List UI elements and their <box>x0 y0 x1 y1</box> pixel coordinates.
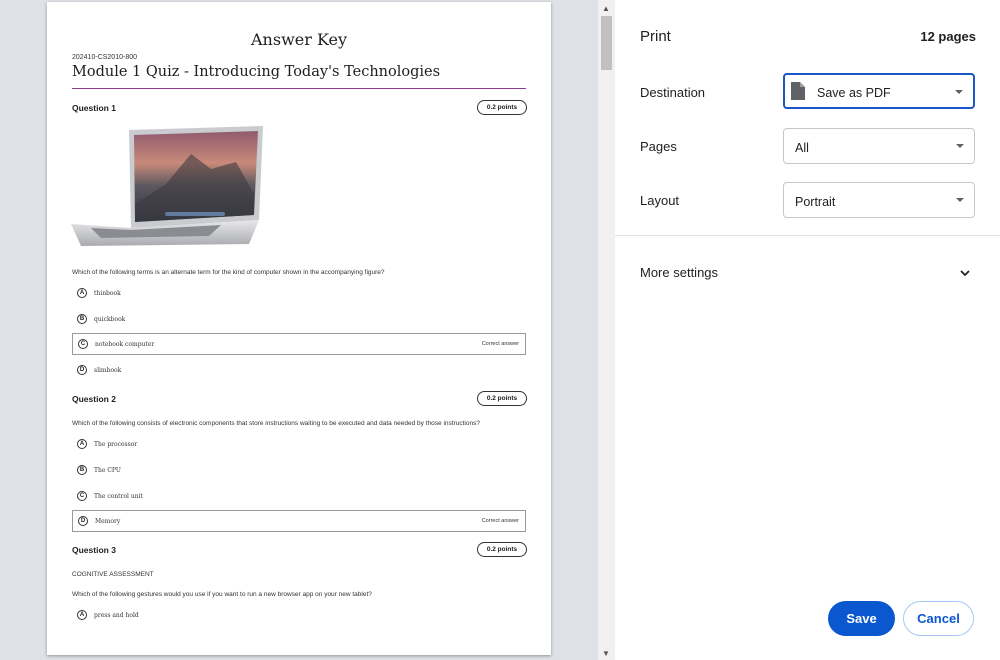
question-1-points: 0.2 points <box>477 100 527 115</box>
scroll-down-arrow-icon[interactable]: ▼ <box>602 649 610 658</box>
destination-value: Save as PDF <box>817 86 891 100</box>
option-letter: C <box>78 339 88 349</box>
option-letter: D <box>78 516 88 526</box>
pages-select[interactable]: All <box>783 128 975 164</box>
question-1-heading: Question 1 <box>72 103 116 113</box>
destination-label: Destination <box>640 85 706 100</box>
title-rule <box>72 88 526 89</box>
question-1-text: Which of the following terms is an alter… <box>72 269 385 276</box>
correct-answer-label: Correct answer <box>481 518 519 524</box>
cancel-button[interactable]: Cancel <box>903 601 974 636</box>
option-text: The control unit <box>94 492 143 500</box>
option-letter: B <box>77 314 87 324</box>
caret-down-icon <box>956 144 964 148</box>
question-2-option-c: C The control unit <box>72 485 526 507</box>
more-settings-toggle[interactable]: More settings <box>640 265 718 280</box>
print-settings-panel: Print 12 pages Destination Save as PDF P… <box>615 0 1000 660</box>
option-letter: C <box>77 491 87 501</box>
question-3-heading: Question 3 <box>72 545 116 555</box>
scrollbar-thumb[interactable] <box>601 16 612 70</box>
option-text: notebook computer <box>95 340 155 348</box>
print-preview-area: Answer Key 202410-CS2010-800 Module 1 Qu… <box>0 0 600 660</box>
option-text: The processor <box>94 440 138 448</box>
caret-down-icon <box>956 198 964 202</box>
option-text: The CPU <box>94 466 121 474</box>
laptop-figure <box>71 126 263 246</box>
option-letter: B <box>77 465 87 475</box>
question-1-option-b: B quickbook <box>72 308 526 330</box>
page-count: 12 pages <box>920 29 976 44</box>
option-letter: A <box>77 610 87 620</box>
preview-page: Answer Key 202410-CS2010-800 Module 1 Qu… <box>47 2 551 655</box>
option-text: slimbook <box>94 366 122 374</box>
pages-value: All <box>795 141 809 155</box>
question-1-option-d: D slimbook <box>72 359 526 381</box>
layout-value: Portrait <box>795 195 836 209</box>
scroll-up-arrow-icon[interactable]: ▲ <box>602 4 610 13</box>
question-2-option-d-correct: D Memory Correct answer <box>72 510 526 532</box>
question-3-points: 0.2 points <box>477 542 527 557</box>
question-2-option-b: B The CPU <box>72 459 526 481</box>
question-3-option-a: A press and hold <box>72 604 526 626</box>
file-icon <box>791 82 805 100</box>
panel-title: Print <box>640 28 671 45</box>
question-2-points: 0.2 points <box>477 391 527 406</box>
option-letter: D <box>77 365 87 375</box>
option-text: Memory <box>95 517 121 525</box>
save-button[interactable]: Save <box>828 601 895 636</box>
correct-answer-label: Correct answer <box>481 341 519 347</box>
layout-label: Layout <box>640 193 680 208</box>
chevron-down-icon[interactable] <box>958 266 972 280</box>
question-3-text: Which of the following gestures would yo… <box>72 591 372 598</box>
settings-divider <box>615 235 1000 236</box>
question-2-heading: Question 2 <box>72 394 116 404</box>
layout-select[interactable]: Portrait <box>783 182 975 218</box>
option-letter: A <box>77 288 87 298</box>
option-text: quickbook <box>94 315 126 323</box>
course-code: 202410-CS2010-800 <box>72 54 137 61</box>
question-2-option-a: A The processor <box>72 433 526 455</box>
option-text: thinbook <box>94 289 121 297</box>
question-1-option-c-correct: C notebook computer Correct answer <box>72 333 526 355</box>
quiz-title: Module 1 Quiz - Introducing Today's Tech… <box>72 64 441 80</box>
option-letter: A <box>77 439 87 449</box>
caret-down-icon <box>955 90 963 94</box>
question-2-text: Which of the following consists of elect… <box>72 420 480 427</box>
question-1-option-a: A thinbook <box>72 282 526 304</box>
document-title: Answer Key <box>251 30 347 49</box>
destination-select[interactable]: Save as PDF <box>783 73 975 109</box>
pages-label: Pages <box>640 139 677 154</box>
option-text: press and hold <box>94 611 139 619</box>
preview-scrollbar[interactable]: ▲ ▼ <box>598 0 615 660</box>
question-3-category: COGNITIVE ASSESSMENT <box>72 571 154 578</box>
